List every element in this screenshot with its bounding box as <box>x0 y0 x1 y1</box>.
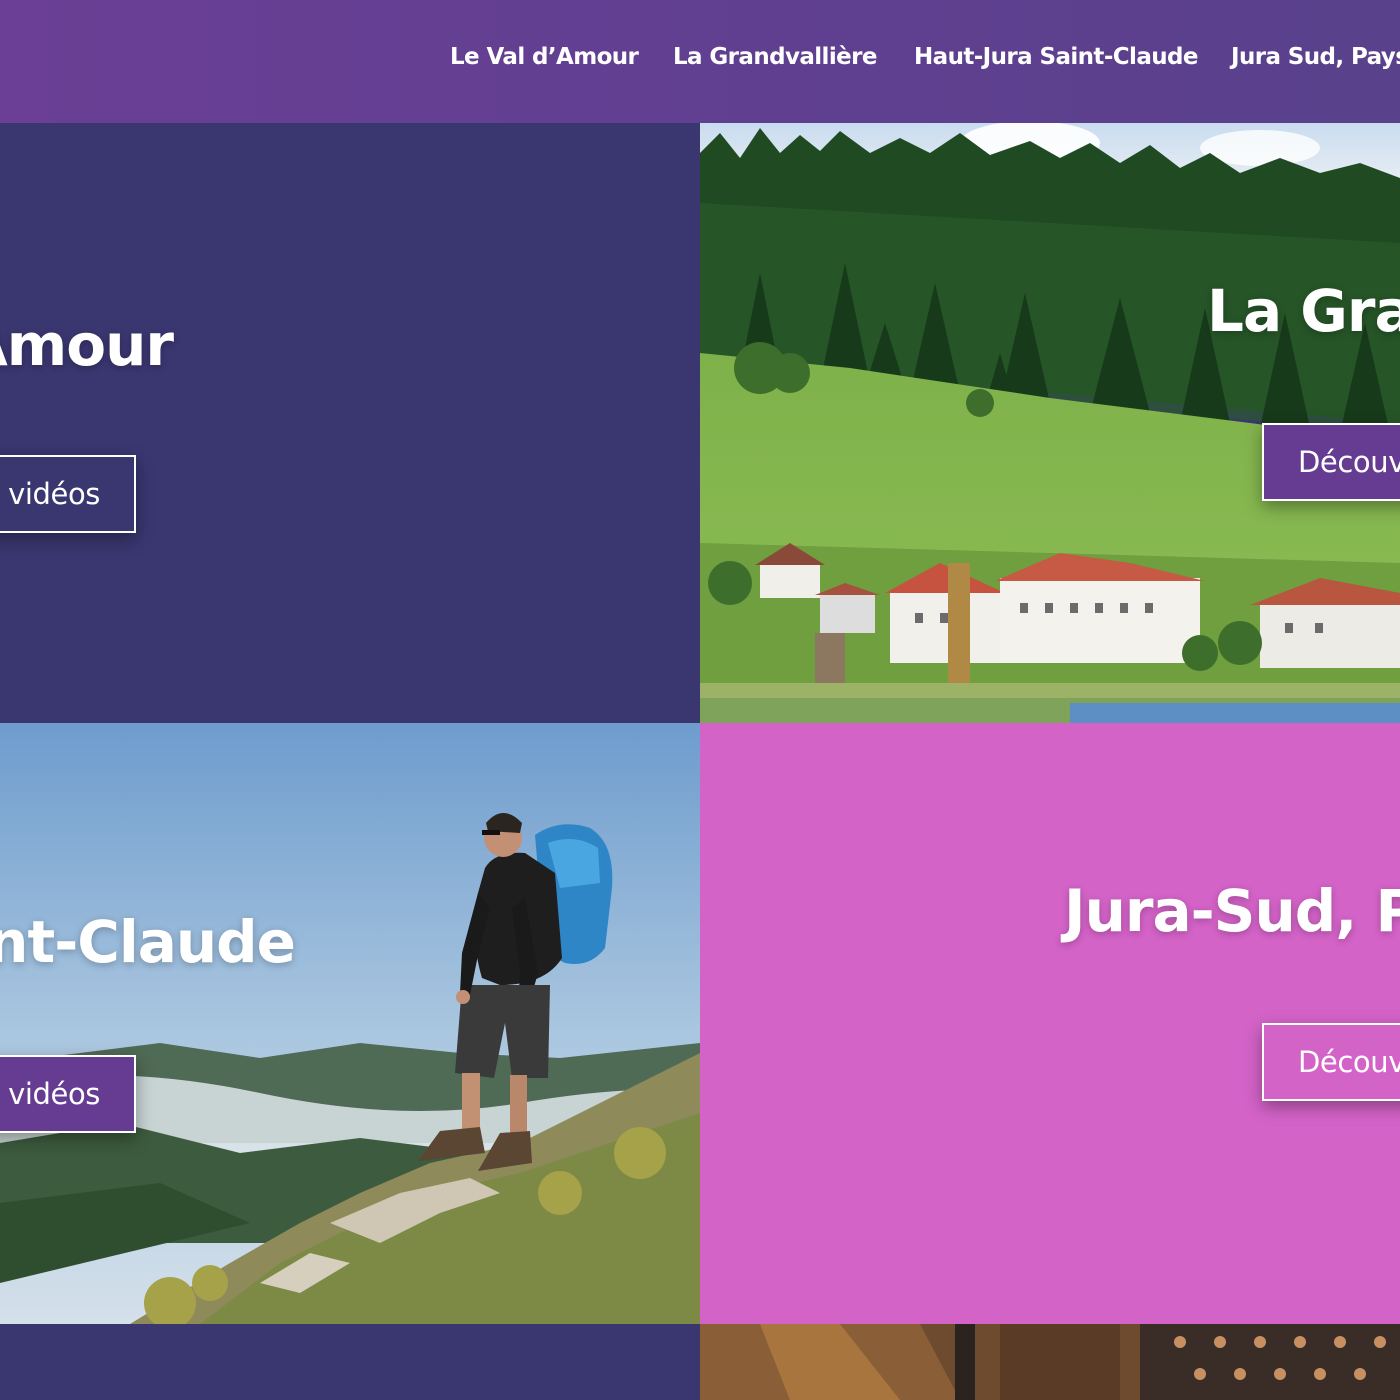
discover-button[interactable]: Découv <box>1262 1023 1400 1101</box>
nav-link-haut-jura-saint-claude[interactable]: Haut-Jura Saint-Claude <box>914 44 1199 70</box>
tile-title: Amour <box>0 311 174 379</box>
nav-link-val-damour[interactable]: Le Val d’Amour <box>450 44 639 70</box>
tile-jura-sud: Jura-Sud, P Découv <box>700 723 1400 1324</box>
tile-title: nt-Claude <box>0 908 296 976</box>
tile-val-damour: Amour vidéos <box>0 123 700 723</box>
tile-partial-dark <box>0 1324 700 1400</box>
videos-button[interactable]: vidéos <box>0 455 136 533</box>
top-navigation: Le Val d’Amour La Grandvallière Haut-Jur… <box>0 0 1400 123</box>
nav-link-jura-sud[interactable]: Jura Sud, Pays <box>1231 44 1400 70</box>
discover-button[interactable]: Découv <box>1262 423 1400 501</box>
tile-title: La Gra <box>1207 277 1400 345</box>
tile-title: Jura-Sud, P <box>1064 877 1400 945</box>
videos-button[interactable]: vidéos <box>0 1055 136 1133</box>
tile-partial-photo <box>700 1324 1400 1400</box>
hiker-mountain-image <box>0 723 700 1324</box>
nav-link-grandvalliere[interactable]: La Grandvallière <box>673 44 877 70</box>
leather-craft-image <box>700 1324 1400 1400</box>
tile-grandvalliere: La Gra Découv <box>700 123 1400 723</box>
tile-haut-jura-saint-claude: nt-Claude vidéos <box>0 723 700 1324</box>
